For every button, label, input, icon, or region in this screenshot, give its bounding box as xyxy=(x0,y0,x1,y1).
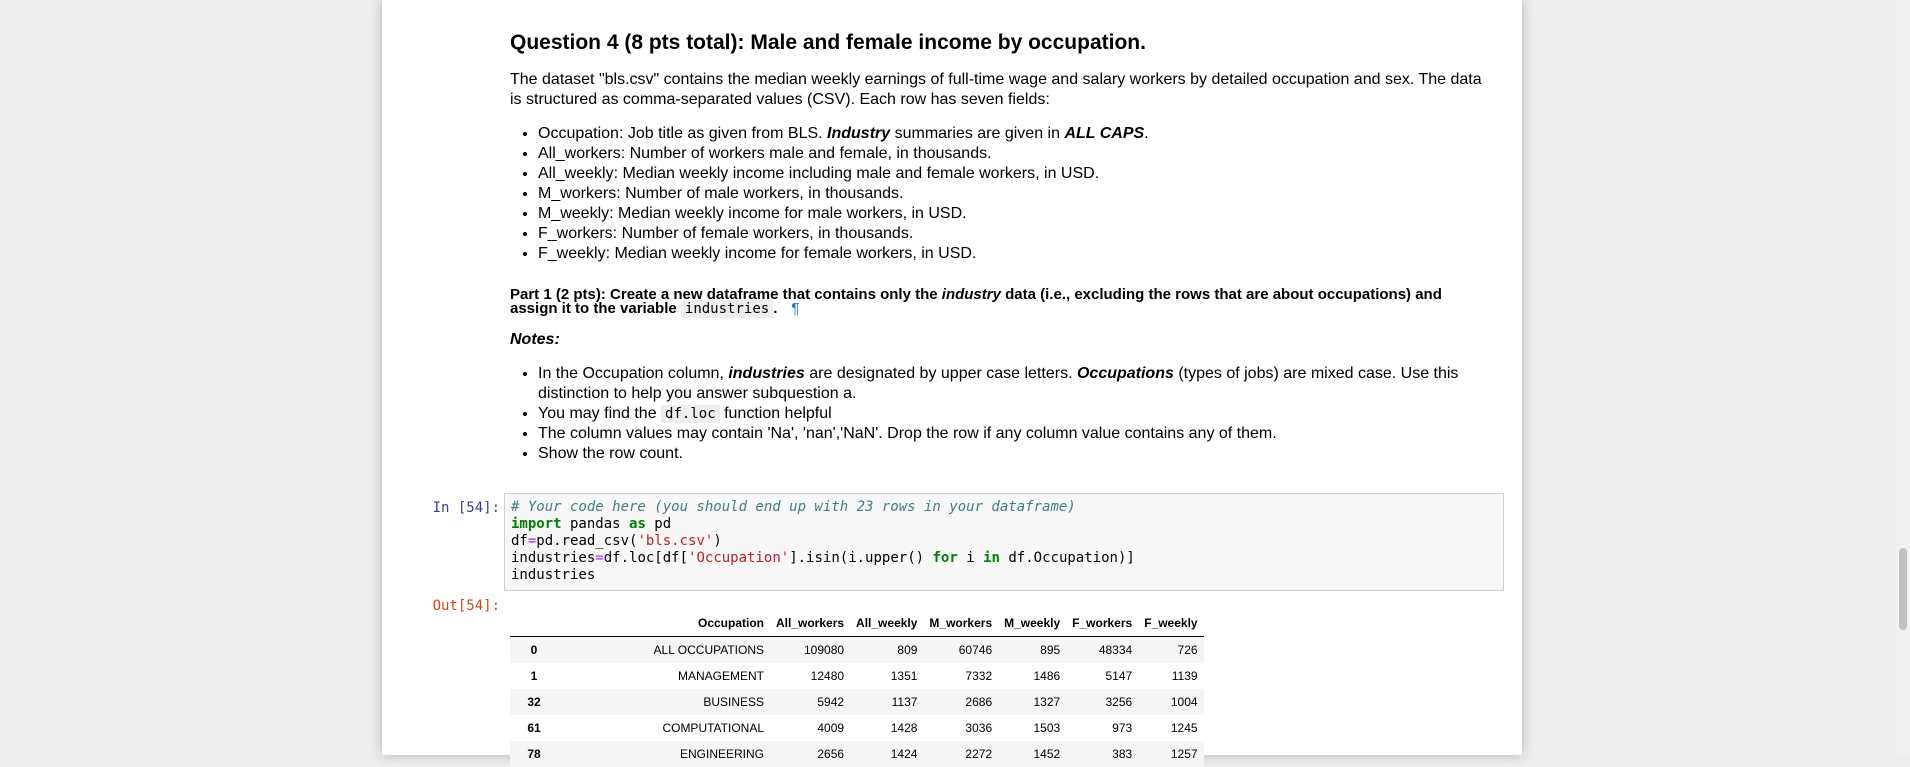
notes-heading: Notes: xyxy=(510,331,560,348)
code-editor[interactable]: # Your code here (you should end up with… xyxy=(504,493,1504,591)
markdown-question-cell: Question 4 (8 pts total): Male and femal… xyxy=(510,30,1490,264)
field-item: M_weekly: Median weekly income for male … xyxy=(538,204,1490,224)
index-header xyxy=(510,610,558,637)
table-cell: 809 xyxy=(897,643,918,657)
row-index: 61 xyxy=(527,721,541,735)
table-cell: 1424 xyxy=(890,747,918,761)
table-cell: 2272 xyxy=(965,747,993,761)
table-row: 32 BUSINESS 5942 1137 2686 1327 3256 100… xyxy=(510,689,1204,715)
note-item: The column values may contain 'Na', 'nan… xyxy=(538,424,1490,444)
field-item-occupation: Occupation: Job title as given from BLS.… xyxy=(538,124,1490,144)
table-cell: 1139 xyxy=(1171,669,1198,683)
table-cell: 1004 xyxy=(1170,695,1198,709)
row-index: 0 xyxy=(530,643,538,657)
table-cell: 5942 xyxy=(817,695,845,709)
markdown-notes-cell: Notes: In the Occupation column, industr… xyxy=(510,330,1490,464)
table-cell: 1351 xyxy=(890,669,918,683)
table-cell: 1257 xyxy=(1170,747,1198,761)
table-row: 1 MANAGEMENT 12480 1351 7332 1486 5147 1… xyxy=(510,663,1204,689)
table-cell: 1503 xyxy=(1033,721,1061,735)
table-cell: 60746 xyxy=(958,643,993,657)
table-cell: 973 xyxy=(1112,721,1133,735)
output-prompt: Out[54]: xyxy=(432,598,500,614)
note-item: In the Occupation column, industries are… xyxy=(538,364,1490,404)
table-cell: 1245 xyxy=(1170,721,1198,735)
table-cell: 48334 xyxy=(1098,643,1133,657)
field-list: Occupation: Job title as given from BLS.… xyxy=(510,124,1490,264)
column-header: All_workers xyxy=(770,610,851,637)
field-item: F_workers: Number of female workers, in … xyxy=(538,224,1490,244)
table-row: 0 ALL OCCUPATIONS 109080 809 60746 895 4… xyxy=(510,636,1204,663)
table-cell: 1486 xyxy=(1033,669,1061,683)
field-item: All_workers: Number of workers male and … xyxy=(538,144,1490,164)
inline-code: df.loc xyxy=(661,405,720,423)
table-cell: MANAGEMENT xyxy=(677,669,764,683)
table-cell: 109080 xyxy=(804,643,845,657)
table-header-row: Occupation All_workers All_weekly M_work… xyxy=(510,610,1204,637)
table-cell: 1327 xyxy=(1033,695,1061,709)
part1-heading: Part 1 (2 pts): Create a new dataframe t… xyxy=(510,286,1442,318)
field-item: F_weekly: Median weekly income for femal… xyxy=(538,244,1490,264)
note-item: You may find the df.loc function helpful xyxy=(538,404,1490,424)
scrollbar-thumb[interactable] xyxy=(1899,548,1907,630)
table-cell: 1428 xyxy=(890,721,918,735)
table-row: 78 ENGINEERING 2656 1424 2272 1452 383 1… xyxy=(510,741,1204,767)
table-cell: 2656 xyxy=(817,747,845,761)
variable-name: industries xyxy=(680,300,774,318)
table-cell: 895 xyxy=(1040,643,1061,657)
question-title: Question 4 (8 pts total): Male and femal… xyxy=(510,31,1146,54)
column-header: All_weekly xyxy=(850,610,924,637)
table-cell: 4009 xyxy=(817,721,845,735)
table-cell: ALL OCCUPATIONS xyxy=(653,643,764,657)
table-cell: BUSINESS xyxy=(703,695,764,709)
dataset-description: The dataset "bls.csv" contains the media… xyxy=(510,71,1482,108)
column-header: Occupation xyxy=(558,610,770,637)
note-item: Show the row count. xyxy=(538,444,1490,464)
table-cell: 383 xyxy=(1112,747,1133,761)
table-cell: 1137 xyxy=(891,695,918,709)
table-cell: 2686 xyxy=(965,695,993,709)
vertical-scrollbar[interactable] xyxy=(1896,0,1910,755)
field-item: M_workers: Number of male workers, in th… xyxy=(538,184,1490,204)
row-index: 1 xyxy=(530,669,538,683)
table-cell: 1452 xyxy=(1033,747,1061,761)
anchor-link[interactable]: ¶ xyxy=(791,300,799,317)
markdown-part1-cell: Part 1 (2 pts): Create a new dataframe t… xyxy=(510,286,1490,318)
row-index: 32 xyxy=(527,695,541,709)
field-item: All_weekly: Median weekly income includi… xyxy=(538,164,1490,184)
column-header: M_weekly xyxy=(998,610,1067,637)
column-header: M_workers xyxy=(923,610,999,637)
row-index: 78 xyxy=(527,747,541,761)
column-header: F_weekly xyxy=(1138,610,1204,637)
notes-list: In the Occupation column, industries are… xyxy=(510,364,1490,464)
table-cell: 12480 xyxy=(810,669,845,683)
table-cell: 726 xyxy=(1177,643,1198,657)
table-row: 61 COMPUTATIONAL 4009 1428 3036 1503 973… xyxy=(510,715,1204,741)
table-cell: 7332 xyxy=(965,669,993,683)
table-cell: 3256 xyxy=(1105,695,1133,709)
notebook-page: Question 4 (8 pts total): Male and femal… xyxy=(382,0,1522,767)
dataframe-table: Occupation All_workers All_weekly M_work… xyxy=(510,610,1204,767)
table-cell: COMPUTATIONAL xyxy=(662,721,764,735)
table-cell: 3036 xyxy=(965,721,993,735)
table-cell: 5147 xyxy=(1105,669,1133,683)
table-cell: ENGINEERING xyxy=(679,747,764,761)
column-header: F_workers xyxy=(1066,610,1139,637)
input-prompt: In [54]: xyxy=(432,500,500,516)
